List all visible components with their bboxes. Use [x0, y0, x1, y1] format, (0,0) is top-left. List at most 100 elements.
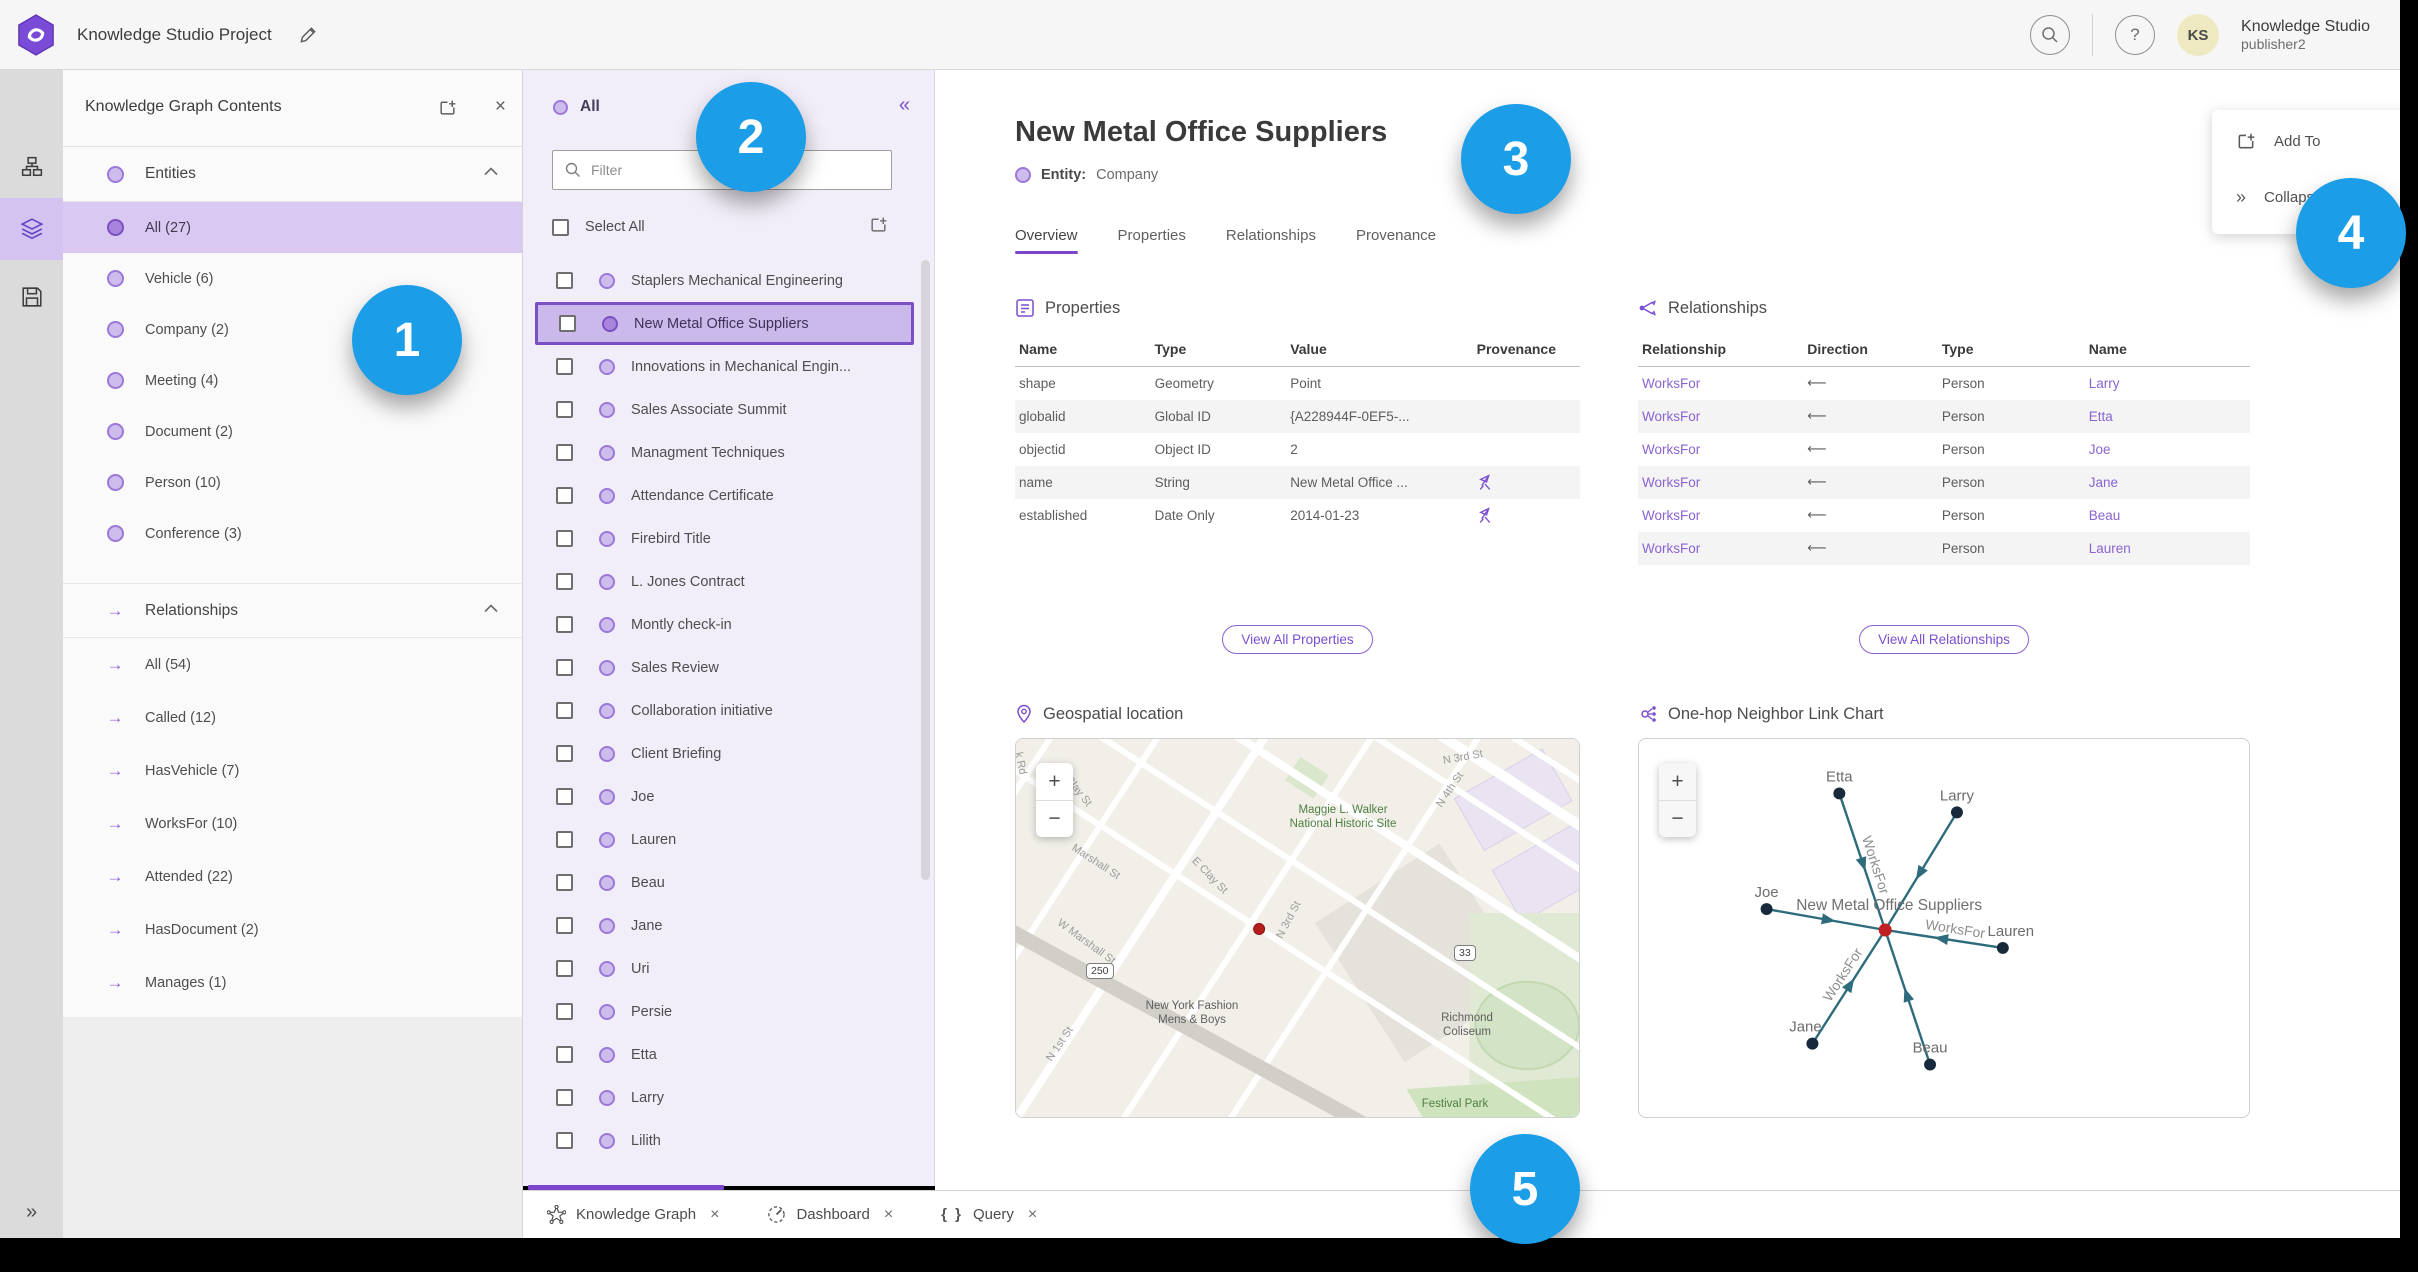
help-button[interactable]: ? [2115, 15, 2156, 55]
list-scrollbar[interactable] [921, 260, 930, 880]
entity-instance-row[interactable]: Lauren [523, 818, 934, 861]
entity-instance-row[interactable]: Joe [523, 775, 934, 818]
row-checkbox[interactable] [556, 487, 573, 504]
related-entity-link[interactable]: Jane [2085, 466, 2250, 499]
related-entity-link[interactable]: Beau [2085, 499, 2250, 532]
tab-overview[interactable]: Overview [1015, 227, 1078, 254]
map-view[interactable]: k Rd W Clay St Marshall St W Marshall St… [1015, 738, 1580, 1118]
relationships-section-header[interactable]: → Relationships [63, 583, 522, 638]
tab-properties[interactable]: Properties [1118, 227, 1186, 254]
entity-type-row[interactable]: All (27) [63, 202, 522, 253]
entity-type-row[interactable]: Document (2) [63, 406, 522, 457]
zoom-in-button[interactable]: + [1036, 763, 1073, 800]
zoom-out-button[interactable]: − [1036, 800, 1073, 837]
rail-expand-button[interactable]: » [0, 1201, 63, 1224]
user-avatar[interactable]: KS [2177, 14, 2220, 56]
user-info[interactable]: Knowledge Studio publisher2 [2241, 18, 2370, 52]
entity-instance-row[interactable]: Lilith [523, 1119, 934, 1162]
entity-instance-row[interactable]: Beau [523, 861, 934, 904]
close-tab-icon[interactable]: × [710, 1206, 719, 1224]
add-selection-icon[interactable] [869, 215, 888, 234]
relationship-link[interactable]: WorksFor [1638, 367, 1803, 400]
entities-section-header[interactable]: Entities [63, 147, 522, 202]
view-all-properties-button[interactable]: View All Properties [1222, 625, 1373, 654]
relationship-type-row[interactable]: → Called (12) [63, 691, 522, 744]
related-entity-link[interactable]: Lauren [2085, 532, 2250, 565]
link-chart-view[interactable]: WorksFor WorksFor WorksFor Etta Larry Joe Laur… [1638, 738, 2250, 1118]
entity-instance-row[interactable]: Persie [523, 990, 934, 1033]
entity-type-row[interactable]: Conference (3) [63, 508, 522, 559]
relationship-type-row[interactable]: → HasVehicle (7) [63, 744, 522, 797]
entity-instance-row[interactable]: Sales Associate Summit [523, 388, 934, 431]
relationship-type-row[interactable]: → Manages (1) [63, 956, 522, 1009]
tab-provenance[interactable]: Provenance [1356, 227, 1436, 254]
entity-instance-row[interactable]: Etta [523, 1033, 934, 1076]
tab-relationships[interactable]: Relationships [1226, 227, 1316, 254]
relationship-link[interactable]: WorksFor [1638, 466, 1803, 499]
entity-instance-row[interactable]: Uri [523, 947, 934, 990]
tab-knowledge-graph[interactable]: Knowledge Graph × [523, 1191, 743, 1238]
entity-instance-row[interactable]: Managment Techniques [523, 431, 934, 474]
row-checkbox[interactable] [556, 1046, 573, 1063]
entity-type-row[interactable]: Person (10) [63, 457, 522, 508]
chevron-up-icon[interactable] [484, 604, 498, 613]
rail-layers-button[interactable] [0, 198, 63, 260]
add-to-new-icon[interactable] [438, 98, 457, 117]
row-checkbox[interactable] [556, 960, 573, 977]
row-checkbox[interactable] [556, 917, 573, 934]
relationship-link[interactable]: WorksFor [1638, 433, 1803, 466]
chevron-up-icon[interactable] [484, 167, 498, 176]
row-checkbox[interactable] [556, 401, 573, 418]
row-checkbox[interactable] [556, 358, 573, 375]
relationship-type-row[interactable]: → All (54) [63, 638, 522, 691]
row-checkbox[interactable] [556, 616, 573, 633]
zoom-in-button[interactable]: + [1659, 763, 1696, 800]
row-checkbox[interactable] [556, 272, 573, 289]
rail-save-button[interactable] [0, 266, 63, 328]
close-tab-icon[interactable]: × [884, 1206, 893, 1224]
relationship-type-row[interactable]: → Attended (22) [63, 850, 522, 903]
tab-query[interactable]: { } Query × [917, 1191, 1061, 1238]
row-checkbox[interactable] [556, 745, 573, 762]
edit-title-icon[interactable] [298, 25, 318, 45]
row-checkbox[interactable] [556, 831, 573, 848]
entity-instance-row[interactable]: Jane [523, 904, 934, 947]
row-checkbox[interactable] [556, 874, 573, 891]
close-tab-icon[interactable]: × [1028, 1206, 1037, 1224]
row-checkbox[interactable] [556, 530, 573, 547]
entity-instance-row[interactable]: Collaboration initiative [523, 689, 934, 732]
entity-instance-row[interactable]: New Metal Office Suppliers [535, 302, 914, 345]
relationship-link[interactable]: WorksFor [1638, 499, 1803, 532]
entity-instance-row[interactable]: Sales Review [523, 646, 934, 689]
close-panel-icon[interactable]: × [495, 96, 506, 118]
provenance-flag-icon[interactable] [1477, 506, 1494, 524]
row-checkbox[interactable] [556, 1089, 573, 1106]
row-checkbox[interactable] [556, 788, 573, 805]
row-checkbox[interactable] [556, 1003, 573, 1020]
entity-instance-row[interactable]: Firebird Title [523, 517, 934, 560]
rail-hierarchy-button[interactable] [0, 136, 63, 198]
zoom-out-button[interactable]: − [1659, 800, 1696, 837]
row-checkbox[interactable] [556, 573, 573, 590]
relationship-type-row[interactable]: → WorksFor (10) [63, 797, 522, 850]
row-checkbox[interactable] [556, 702, 573, 719]
relationship-link[interactable]: WorksFor [1638, 400, 1803, 433]
related-entity-link[interactable]: Larry [2085, 367, 2250, 400]
entity-instance-row[interactable]: Attendance Certificate [523, 474, 934, 517]
relationship-link[interactable]: WorksFor [1638, 532, 1803, 565]
provenance-flag-icon[interactable] [1477, 473, 1494, 491]
tab-dashboard[interactable]: Dashboard × [743, 1191, 917, 1238]
row-checkbox[interactable] [556, 659, 573, 676]
view-all-relationships-button[interactable]: View All Relationships [1859, 625, 2029, 654]
related-entity-link[interactable]: Etta [2085, 400, 2250, 433]
relationship-type-row[interactable]: → HasDocument (2) [63, 903, 522, 956]
entity-instance-row[interactable]: Larry [523, 1076, 934, 1119]
entity-instance-row[interactable]: Montly check-in [523, 603, 934, 646]
row-checkbox[interactable] [556, 1132, 573, 1149]
entity-instance-row[interactable]: Client Briefing [523, 732, 934, 775]
add-to-menu-item[interactable]: Add To [2212, 116, 2418, 166]
row-checkbox[interactable] [556, 444, 573, 461]
collapse-panel-icon[interactable]: « [899, 94, 910, 117]
select-all-checkbox[interactable] [552, 218, 569, 236]
search-button[interactable] [2030, 15, 2071, 55]
